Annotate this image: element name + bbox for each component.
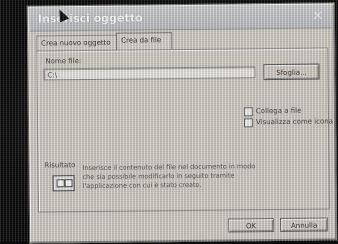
object-icon — [53, 175, 75, 191]
dialog-title: Inserisci oggetto — [38, 11, 143, 25]
cancel-button[interactable]: Annulla — [280, 217, 328, 232]
display-as-icon-label: Visualizza come icona — [256, 117, 333, 126]
title-bar[interactable]: Inserisci oggetto × — [30, 5, 332, 31]
insert-object-dialog: Inserisci oggetto × Crea nuovo oggetto C… — [27, 2, 337, 243]
result-line: l'applicazione con cui è stato creato. — [83, 180, 283, 191]
tab-create-from-file[interactable]: Crea da file — [116, 32, 172, 51]
ok-button[interactable]: OK — [228, 218, 274, 232]
result-description: Inserisce il contenuto del file nel docu… — [82, 162, 282, 191]
link-to-file-checkbox[interactable]: Collega a file — [244, 106, 302, 117]
display-as-icon-checkbox[interactable]: Visualizza come icona — [244, 116, 333, 127]
file-name-label: Nome file: — [45, 57, 81, 65]
result-label: Risultato — [44, 161, 75, 169]
tab-panel: Nome file: C:\ Sfoglia... Collega a file… — [36, 47, 330, 212]
checkbox-box-icon[interactable] — [244, 107, 253, 116]
checkbox-box-icon[interactable] — [244, 118, 253, 127]
file-name-input[interactable]: C:\ — [43, 66, 255, 80]
close-icon[interactable]: × — [310, 7, 326, 23]
browse-button[interactable]: Sfoglia... — [263, 64, 319, 81]
link-to-file-label: Collega a file — [256, 107, 302, 115]
